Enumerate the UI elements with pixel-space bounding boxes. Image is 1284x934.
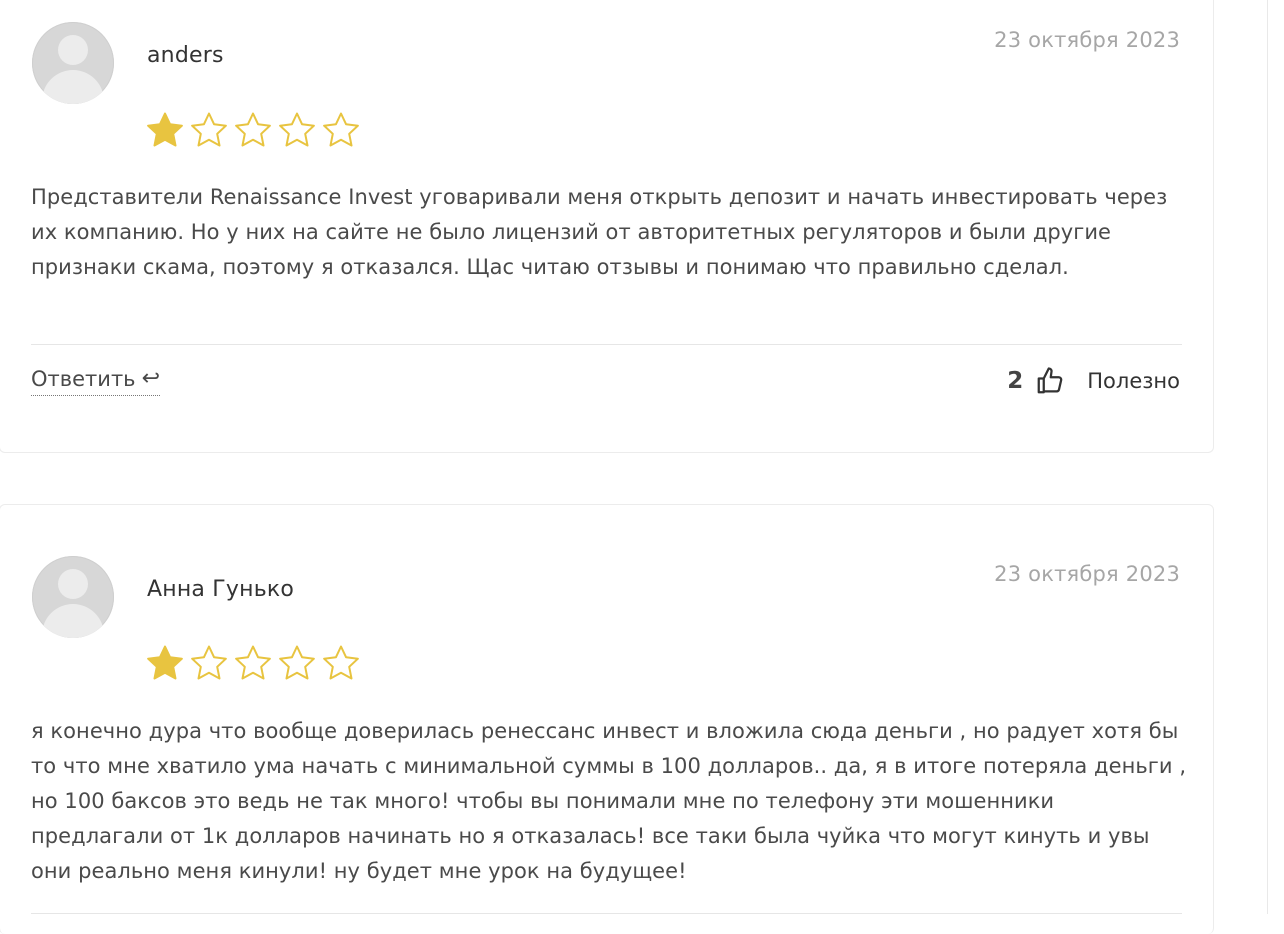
review-date: 23 октября 2023	[994, 28, 1180, 52]
review-date: 23 октября 2023	[994, 562, 1180, 586]
star-icon	[235, 645, 271, 680]
helpful-controls: 2 Полезно	[1007, 366, 1180, 396]
star-icon	[323, 645, 359, 680]
star-icon	[191, 645, 227, 680]
review-card: Анна Гунько 23 октября 2023 я конечно ду…	[0, 504, 1214, 934]
avatar	[32, 22, 114, 104]
star-icon	[147, 645, 183, 680]
helpful-count: 2	[1007, 368, 1024, 394]
divider	[31, 344, 1182, 345]
review-text: Представители Renaissance Invest уговари…	[31, 185, 1168, 279]
star-icon	[323, 112, 359, 147]
avatar	[32, 556, 114, 638]
review-card: anders 23 октября 2023 Представители Ren…	[0, 0, 1214, 453]
star-icon	[191, 112, 227, 147]
star-rating	[145, 644, 361, 682]
star-icon	[235, 112, 271, 147]
reply-label: Ответить	[31, 367, 136, 391]
thumbs-up-icon[interactable]	[1035, 366, 1065, 396]
helpful-button[interactable]: Полезно	[1087, 369, 1180, 393]
star-icon	[147, 112, 183, 147]
reply-button[interactable]: Ответить ↩	[31, 367, 160, 396]
review-author: anders	[147, 43, 224, 68]
review-author: Анна Гунько	[147, 577, 295, 602]
review-text: я конечно дура что вообще доверилась рен…	[31, 719, 1187, 883]
star-icon	[279, 645, 315, 680]
reply-arrow-icon: ↩	[141, 366, 160, 391]
star-icon	[279, 112, 315, 147]
star-rating	[145, 111, 361, 149]
scrollbar-track[interactable]	[1267, 0, 1268, 914]
